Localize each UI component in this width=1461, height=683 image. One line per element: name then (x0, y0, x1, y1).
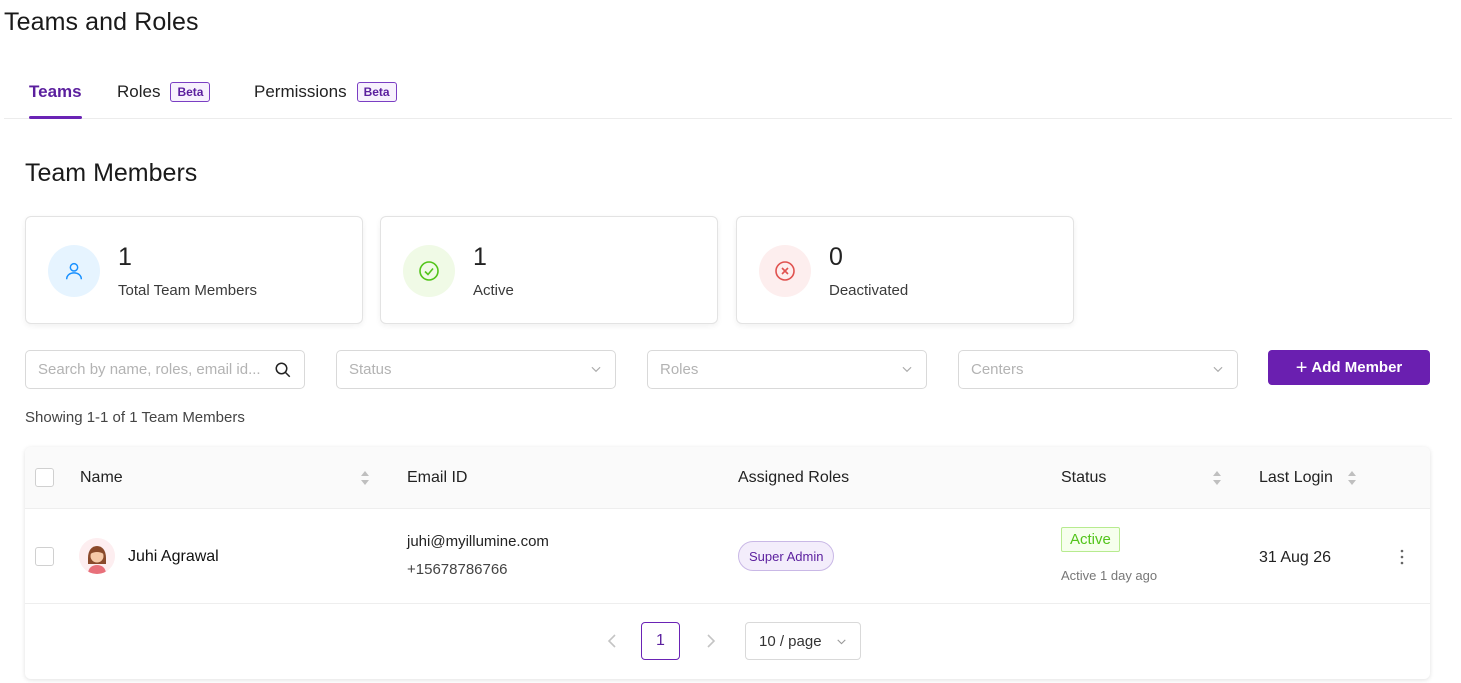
pagination: 1 10 / page (25, 604, 1430, 679)
showing-count: Showing 1-1 of 1 Team Members (25, 409, 245, 426)
select-all-checkbox[interactable] (35, 468, 54, 487)
roles-select-placeholder: Roles (660, 361, 699, 378)
beta-badge: Beta (170, 82, 211, 102)
more-options-icon[interactable] (1396, 547, 1408, 567)
sort-icon[interactable] (1347, 469, 1357, 492)
tab-roles[interactable]: Roles Beta (117, 82, 211, 102)
member-email: juhi@myillumine.com (407, 533, 549, 550)
column-header-name[interactable]: Name (80, 469, 123, 487)
last-login-date: 31 Aug 26 (1259, 549, 1332, 566)
chevron-down-icon (900, 362, 914, 380)
add-member-label: Add Member (1311, 359, 1403, 376)
page-number-button[interactable]: 1 (641, 622, 680, 660)
sort-icon[interactable] (1212, 469, 1222, 492)
sort-icon[interactable] (360, 469, 370, 492)
centers-select-placeholder: Centers (971, 361, 1024, 378)
roles-select[interactable]: Roles (647, 350, 927, 389)
section-title: Team Members (25, 159, 198, 187)
tab-roles-label: Roles (117, 82, 161, 101)
stat-label: Total Team Members (118, 282, 257, 299)
tab-teams-label: Teams (29, 82, 82, 101)
chevron-down-icon (1211, 362, 1225, 380)
avatar (79, 538, 115, 574)
tab-permissions-label: Permissions (254, 82, 347, 101)
stat-value: 1 (473, 243, 487, 271)
stat-card-total: 1 Total Team Members (25, 216, 363, 324)
page-title: Teams and Roles (4, 8, 199, 36)
previous-page-icon[interactable] (605, 632, 619, 655)
user-icon (48, 245, 100, 297)
status-badge: Active (1061, 527, 1120, 552)
close-circle-icon (759, 245, 811, 297)
search-icon[interactable] (274, 361, 292, 383)
stat-value: 1 (118, 243, 132, 271)
members-table: Name Email ID Assigned Roles Status Last… (25, 447, 1430, 679)
column-header-status[interactable]: Status (1061, 469, 1106, 487)
member-phone: +15678786766 (407, 561, 508, 578)
tab-bar: Teams Roles Beta Permissions Beta (4, 70, 1452, 119)
status-subtext: Active 1 day ago (1061, 568, 1158, 583)
page-size-select[interactable]: 10 / page (745, 622, 861, 660)
table-row[interactable]: Juhi Agrawal juhi@myillumine.com +156787… (25, 509, 1430, 604)
add-member-button[interactable]: + Add Member (1268, 350, 1430, 385)
check-circle-icon (403, 245, 455, 297)
stat-value: 0 (829, 243, 843, 271)
centers-select[interactable]: Centers (958, 350, 1238, 389)
tab-teams[interactable]: Teams (29, 82, 82, 119)
table-header: Name Email ID Assigned Roles Status Last… (25, 447, 1430, 509)
stat-label: Deactivated (829, 282, 909, 299)
row-checkbox[interactable] (35, 547, 54, 566)
role-badge: Super Admin (738, 541, 835, 571)
status-select-placeholder: Status (349, 361, 392, 378)
column-header-email: Email ID (407, 469, 468, 486)
page-size-value: 10 / page (759, 632, 822, 650)
column-header-roles: Assigned Roles (738, 469, 850, 486)
stat-card-deactivated: 0 Deactivated (736, 216, 1074, 324)
column-header-last-login[interactable]: Last Login (1259, 469, 1333, 487)
chevron-down-icon (589, 362, 603, 380)
tab-permissions[interactable]: Permissions Beta (254, 82, 397, 102)
stat-card-active: 1 Active (380, 216, 718, 324)
search-box (25, 350, 305, 389)
stat-label: Active (473, 282, 514, 299)
search-input[interactable] (38, 361, 274, 378)
plus-icon: + (1295, 356, 1308, 379)
status-select[interactable]: Status (336, 350, 616, 389)
chevron-down-icon (835, 635, 848, 652)
beta-badge: Beta (356, 82, 397, 102)
member-name: Juhi Agrawal (128, 548, 219, 565)
next-page-icon[interactable] (704, 632, 718, 655)
